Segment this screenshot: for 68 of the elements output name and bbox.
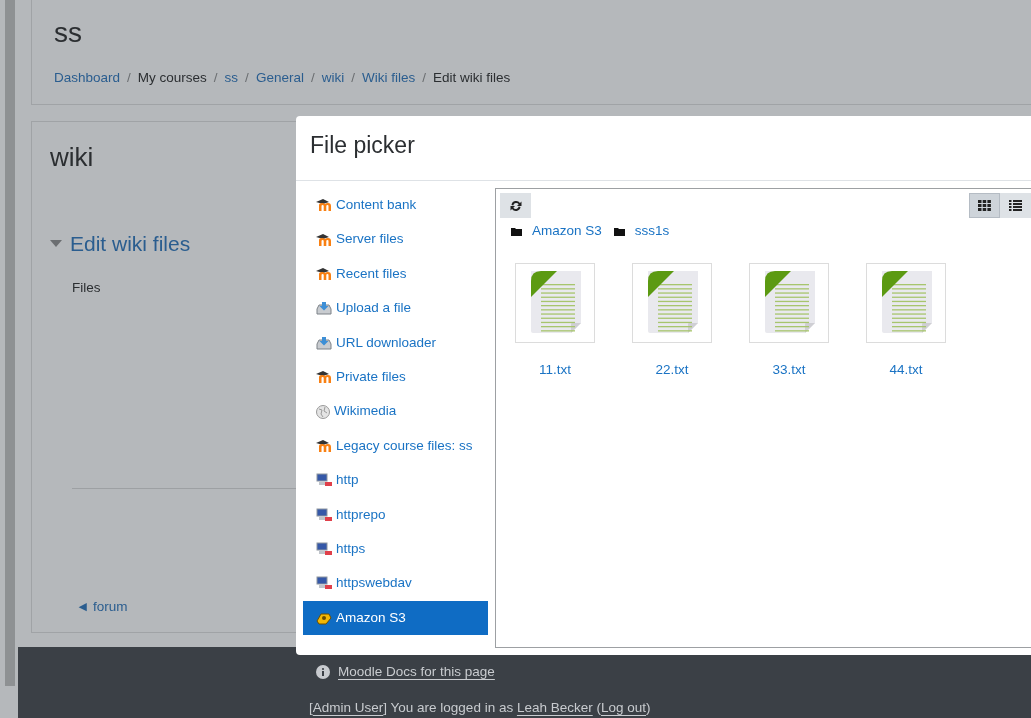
breadcrumb-link[interactable]: Wiki files [361, 67, 416, 88]
path-link[interactable]: sss1s [634, 221, 670, 242]
dialog-title: File picker [310, 132, 415, 158]
breadcrumb-link[interactable]: wiki [321, 67, 345, 88]
list-view-button[interactable] [1000, 193, 1031, 218]
repository-item[interactable]: Legacy course files: ss [303, 428, 488, 464]
info-icon [316, 665, 330, 680]
collapse-caret-icon [50, 239, 62, 248]
breadcrumb-separator: / [213, 68, 218, 87]
repository-item[interactable]: Wikimedia [303, 394, 488, 429]
upload-tray-icon [316, 335, 332, 350]
path-link[interactable]: Amazon S3 [532, 221, 602, 242]
breadcrumb-current: Edit wiki files [432, 68, 511, 87]
breadcrumb-current: My courses [137, 68, 207, 87]
repository-item[interactable]: httpswebdav [303, 566, 488, 601]
repository-item[interactable]: Private files [303, 359, 488, 395]
breadcrumb-separator: / [422, 68, 426, 87]
file-thumbnail[interactable] [632, 263, 712, 344]
computer-icon [316, 473, 332, 488]
docs-link[interactable]: Moodle Docs for this page [338, 662, 495, 683]
file-name[interactable]: 33.txt [772, 360, 806, 381]
computer-icon [316, 576, 332, 591]
file-name[interactable]: 22.txt [655, 360, 689, 381]
repository-item[interactable]: Server files [303, 222, 488, 257]
breadcrumb-link[interactable]: ss [224, 67, 239, 88]
file-name[interactable]: 11.txt [539, 360, 571, 381]
course-title: ss [54, 16, 83, 50]
cap-logo-icon [316, 233, 332, 246]
cap-logo-icon [316, 199, 332, 212]
refresh-button[interactable] [500, 193, 531, 218]
repository-item[interactable]: Amazon S3 [303, 600, 488, 636]
cap-logo-icon [316, 439, 332, 452]
folder-icon [511, 226, 522, 236]
globe-icon [316, 404, 330, 419]
breadcrumb-separator: / [310, 68, 315, 87]
breadcrumb-separator: / [351, 68, 355, 87]
repository-item[interactable]: Recent files [303, 256, 488, 292]
file-thumbnail[interactable] [749, 263, 829, 344]
login-link[interactable]: Log out [600, 700, 646, 716]
section-title[interactable]: Edit wiki files [70, 228, 191, 260]
repository-item[interactable]: URL downloader [303, 325, 488, 360]
list-icon [1009, 200, 1022, 211]
repository-item[interactable]: Content bank [303, 188, 488, 223]
breadcrumb-separator: / [127, 68, 131, 87]
repository-item[interactable]: http [303, 463, 488, 498]
icon-view-button[interactable] [969, 193, 1000, 218]
upload-tray-icon [316, 301, 332, 316]
login-info: [Admin User] You are logged in as Leah Becker (Log out) [309, 699, 652, 718]
repository-item[interactable]: httprepo [303, 497, 488, 532]
breadcrumb-link[interactable]: General [255, 67, 304, 88]
file-thumbnail[interactable] [866, 263, 946, 344]
file-name[interactable]: 44.txt [889, 360, 923, 381]
computer-icon [316, 507, 332, 522]
refresh-icon [508, 198, 523, 213]
breadcrumb-separator: / [245, 68, 249, 87]
grid-icon [978, 200, 991, 211]
cap-logo-icon [316, 371, 332, 384]
folder-icon [613, 226, 625, 236]
activity-title: wiki [50, 142, 94, 174]
repository-item[interactable]: Upload a file [303, 291, 488, 326]
file-thumbnail[interactable] [515, 263, 595, 344]
previous-activity-link[interactable]: ◄ forum [76, 596, 128, 618]
repository-item[interactable]: https [303, 531, 488, 567]
files-label: Files [72, 278, 102, 297]
computer-icon [316, 542, 332, 557]
cap-logo-icon [316, 267, 332, 280]
login-link[interactable]: Leah Becker [516, 700, 593, 716]
breadcrumb-link[interactable]: Dashboard [54, 67, 121, 88]
